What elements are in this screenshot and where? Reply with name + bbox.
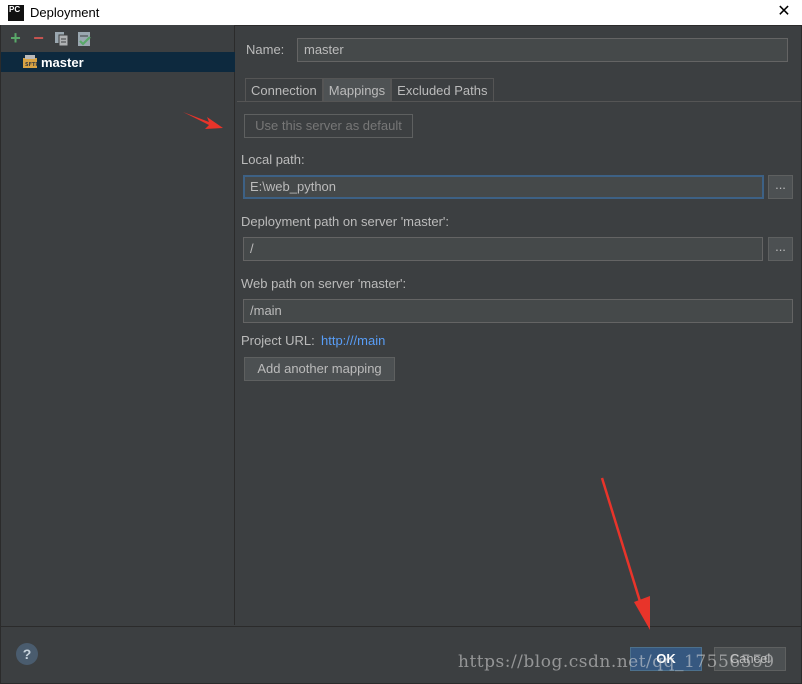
tab-connection[interactable]: Connection <box>245 78 323 101</box>
svg-text:SFTP: SFTP <box>25 62 37 68</box>
web-path-label: Web path on server 'master': <box>241 276 407 291</box>
name-label: Name: <box>246 42 285 57</box>
deployment-path-browse-button[interactable]: ... <box>768 237 793 261</box>
tab-excluded-paths[interactable]: Excluded Paths <box>391 78 494 101</box>
project-url-link[interactable]: http:///main <box>321 333 385 348</box>
deployment-path-field[interactable]: / <box>243 237 763 261</box>
annotation-arrow-default <box>183 112 223 129</box>
server-name-label: master <box>41 54 84 70</box>
pycharm-app-icon: PC <box>8 4 24 21</box>
set-default-icon[interactable] <box>76 30 93 47</box>
close-icon[interactable]: ✕ <box>774 2 794 22</box>
tab-bar: Connection Mappings Excluded Paths <box>245 78 494 101</box>
help-icon[interactable]: ? <box>16 643 38 665</box>
add-mapping-button[interactable]: Add another mapping <box>244 357 395 381</box>
use-as-default-button[interactable]: Use this server as default <box>244 114 413 138</box>
annotation-arrow-ok <box>600 477 650 630</box>
deployment-path-label: Deployment path on server 'master': <box>241 214 449 229</box>
tab-mappings[interactable]: Mappings <box>322 78 392 101</box>
local-path-field[interactable]: E:\web_python <box>243 175 764 199</box>
project-url-label: Project URL: <box>241 333 315 348</box>
server-toolbar: + − <box>1 25 234 52</box>
server-list-item-master[interactable]: SFTP master <box>1 52 235 72</box>
web-path-field[interactable]: /main <box>243 299 793 323</box>
local-path-browse-button[interactable]: ... <box>768 175 793 199</box>
local-path-label: Local path: <box>241 152 305 167</box>
title-bar: PC Deployment ✕ <box>0 0 802 25</box>
sftp-server-icon: SFTP <box>23 55 37 68</box>
add-server-icon[interactable]: + <box>7 29 24 47</box>
name-field[interactable]: master <box>297 38 788 62</box>
remove-server-icon[interactable]: − <box>30 29 47 47</box>
watermark: https://blog.csdn.net/qq_17556559 <box>458 652 775 672</box>
window-title: Deployment <box>30 5 100 20</box>
copy-icon[interactable] <box>53 30 70 47</box>
